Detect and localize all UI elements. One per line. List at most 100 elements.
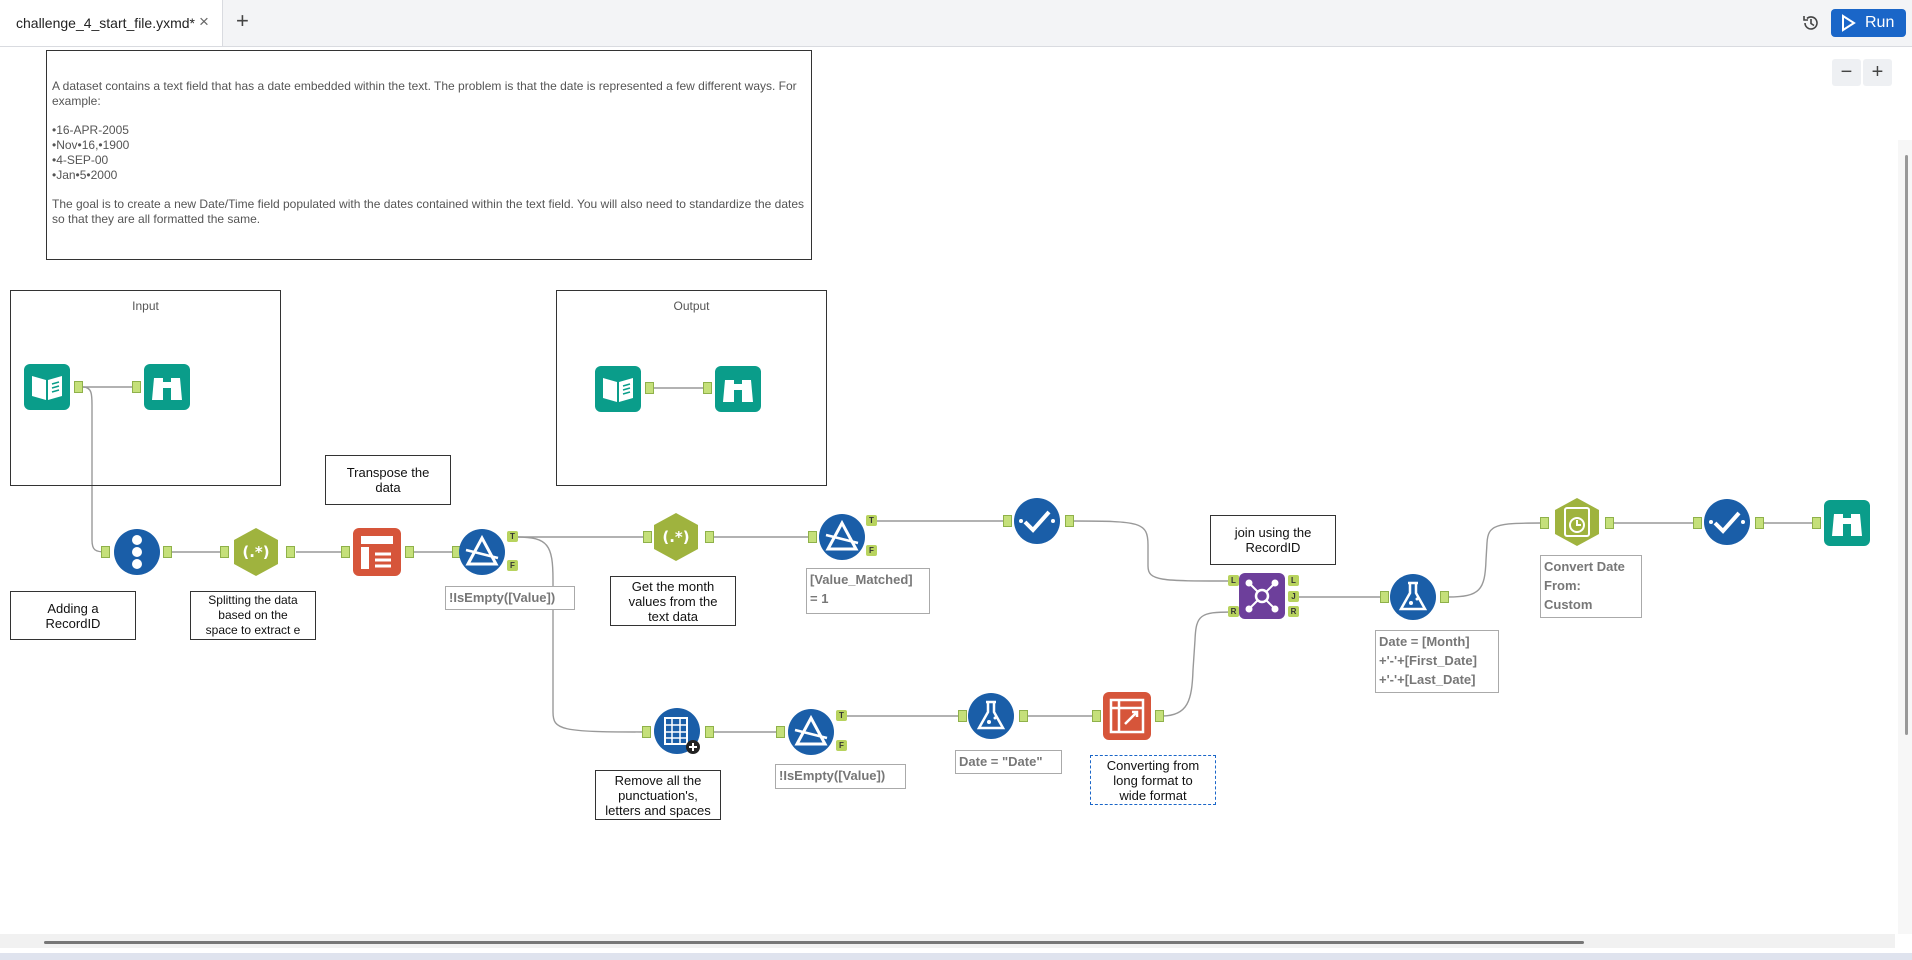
datetime-tool[interactable] [1553,497,1601,547]
filter-tool-2[interactable] [818,513,866,561]
input-anchor[interactable] [1812,517,1821,529]
filter1-annotation: !IsEmpty([Value]) [445,586,575,610]
input-anchor[interactable] [703,382,712,394]
input-data-tool[interactable] [595,366,641,412]
input-data-tool[interactable] [24,364,70,410]
input-anchor[interactable] [1693,517,1702,529]
output-anchor[interactable] [1755,517,1764,529]
true-anchor[interactable]: T [866,515,877,526]
input-anchor[interactable] [958,710,967,722]
input-anchor[interactable] [776,726,785,738]
book-icon [595,366,641,412]
output-anchor[interactable] [1440,591,1449,603]
binoculars-icon [1824,500,1870,546]
filter-tool-1[interactable] [458,528,506,576]
comment-record-id[interactable]: Adding a RecordID [10,591,136,640]
formula1-annotation: Date = "Date" [955,750,1062,774]
formula-tool-1[interactable] [967,692,1015,740]
input-anchor[interactable] [808,531,817,543]
comment-converting[interactable]: Converting from long format to wide form… [1090,755,1216,805]
regex-icon: (.*) [234,528,278,576]
comment-splitting[interactable]: Splitting the data based on the space to… [190,591,316,640]
binoculars-icon [715,366,761,412]
input-anchor[interactable] [101,546,110,558]
regex-month-tool[interactable]: (.*) [652,512,700,562]
join-tool[interactable] [1239,573,1285,619]
filter-icon [788,709,834,755]
comment-remove[interactable]: Remove all the punctuation's, letters an… [595,770,721,820]
output-anchor[interactable] [74,381,83,393]
transpose-tool[interactable] [353,528,401,576]
output-anchor[interactable] [1019,710,1028,722]
flask-icon [968,693,1014,739]
input-anchor[interactable] [642,726,651,738]
output-anchor[interactable] [163,546,172,558]
join-icon [1239,573,1285,619]
filter2-annotation: [Value_Matched] = 1 [806,568,930,614]
filter-tool-3[interactable] [787,708,835,756]
comment-month[interactable]: Get the month values from the text data [610,576,736,626]
browse-tool[interactable] [1824,500,1870,546]
join-output-anchor[interactable]: J [1288,591,1299,602]
container-title: Input [132,299,159,313]
comment-join[interactable]: join using the RecordID [1210,515,1336,565]
output-anchor[interactable] [1155,710,1164,722]
record-id-icon [114,529,160,575]
data-cleansing-tool[interactable] [653,707,703,757]
comment-transpose[interactable]: Transpose the data [325,455,451,505]
false-anchor[interactable]: F [507,560,518,571]
regex-split-tool[interactable]: (.*) [232,527,280,577]
input-anchor[interactable] [341,546,350,558]
svg-text:(.*): (.*) [242,543,269,561]
input-anchor[interactable] [132,381,141,393]
svg-text:(.*): (.*) [662,528,689,546]
false-anchor[interactable]: F [866,545,877,556]
output-anchor[interactable] [705,531,714,543]
left-input-anchor[interactable]: L [1228,575,1239,586]
record-id-tool[interactable] [113,528,161,576]
filter3-annotation: !IsEmpty([Value]) [775,764,906,789]
filter-icon [819,514,865,560]
formula-tool-2[interactable] [1389,573,1437,621]
checkmark-icon [1014,498,1060,544]
false-anchor[interactable]: F [836,740,847,751]
checkmark-icon [1704,499,1750,545]
select-tool-1[interactable] [1013,497,1061,545]
output-anchor[interactable] [1065,515,1074,527]
regex-icon: (.*) [654,513,698,561]
cross-tab-tool[interactable] [1103,692,1151,740]
connections-layer [82,386,1815,733]
select-tool-2[interactable] [1703,498,1751,546]
output-anchor[interactable] [1605,517,1614,529]
input-anchor[interactable] [1092,710,1101,722]
output-anchor[interactable] [645,382,654,394]
input-anchor[interactable] [1003,515,1012,527]
browse-tool[interactable] [715,366,761,412]
output-anchor[interactable] [405,546,414,558]
right-output-anchor[interactable]: R [1288,606,1299,617]
output-anchor[interactable] [286,546,295,558]
true-anchor[interactable]: T [836,710,847,721]
book-icon [24,364,70,410]
input-anchor[interactable] [643,531,652,543]
browse-tool[interactable] [144,364,190,410]
bottom-bar [0,953,1912,960]
container-title: Output [673,299,710,313]
left-output-anchor[interactable]: L [1288,575,1299,586]
input-anchor[interactable] [1380,591,1389,603]
cross-tab-icon [1103,692,1151,740]
flask-icon [1390,574,1436,620]
binoculars-icon [144,364,190,410]
right-input-anchor[interactable]: R [1228,606,1239,617]
true-anchor[interactable]: T [507,531,518,542]
output-anchor[interactable] [705,726,714,738]
cleansing-icon [654,708,700,754]
vertical-scroll-thumb[interactable] [1905,155,1908,735]
formula2-annotation: Date = [Month] +'-'+[First_Date] +'-'+[L… [1375,630,1499,693]
input-anchor[interactable] [220,546,229,558]
datetime-annotation: Convert Date From: Custom [1540,555,1642,618]
filter-icon [459,529,505,575]
clock-icon [1555,498,1599,546]
horizontal-scroll-thumb[interactable] [44,941,1584,944]
input-anchor[interactable] [1540,517,1549,529]
